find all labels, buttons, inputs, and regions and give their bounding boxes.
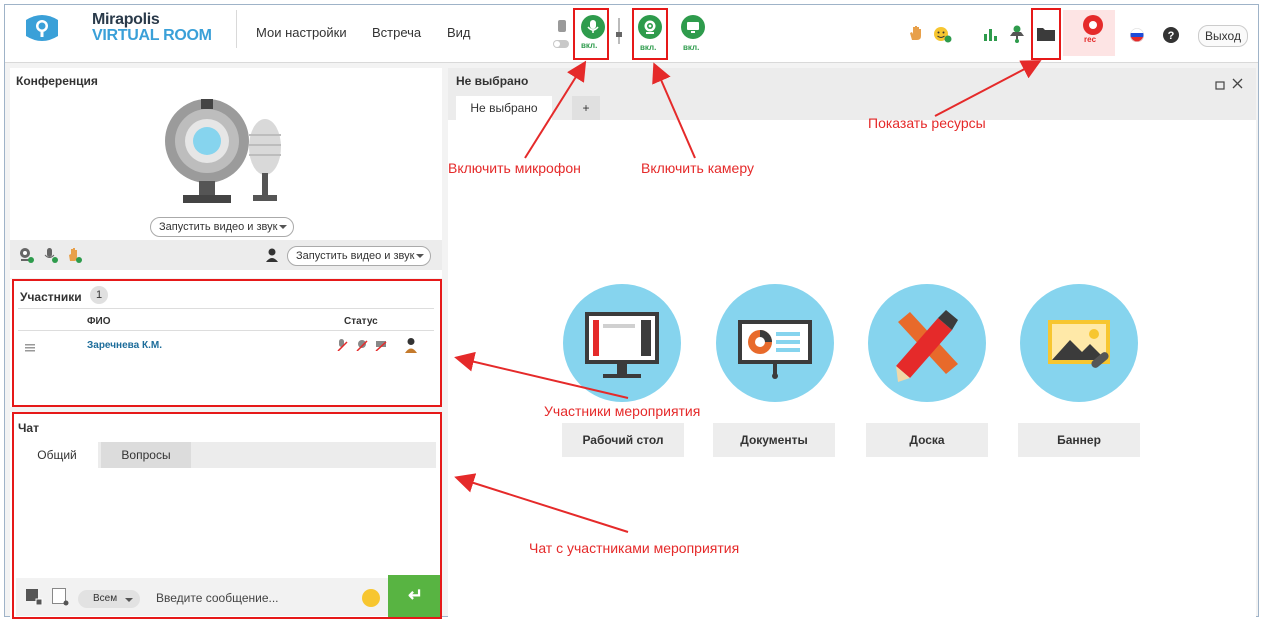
arrow-to-participants: [454, 351, 629, 399]
arrow-to-resources: [934, 60, 1042, 117]
arrow-to-camera: [652, 62, 696, 159]
arrow-to-chat: [454, 473, 629, 533]
annotation-arrows: [454, 60, 1042, 533]
arrow-to-mic: [524, 60, 587, 159]
